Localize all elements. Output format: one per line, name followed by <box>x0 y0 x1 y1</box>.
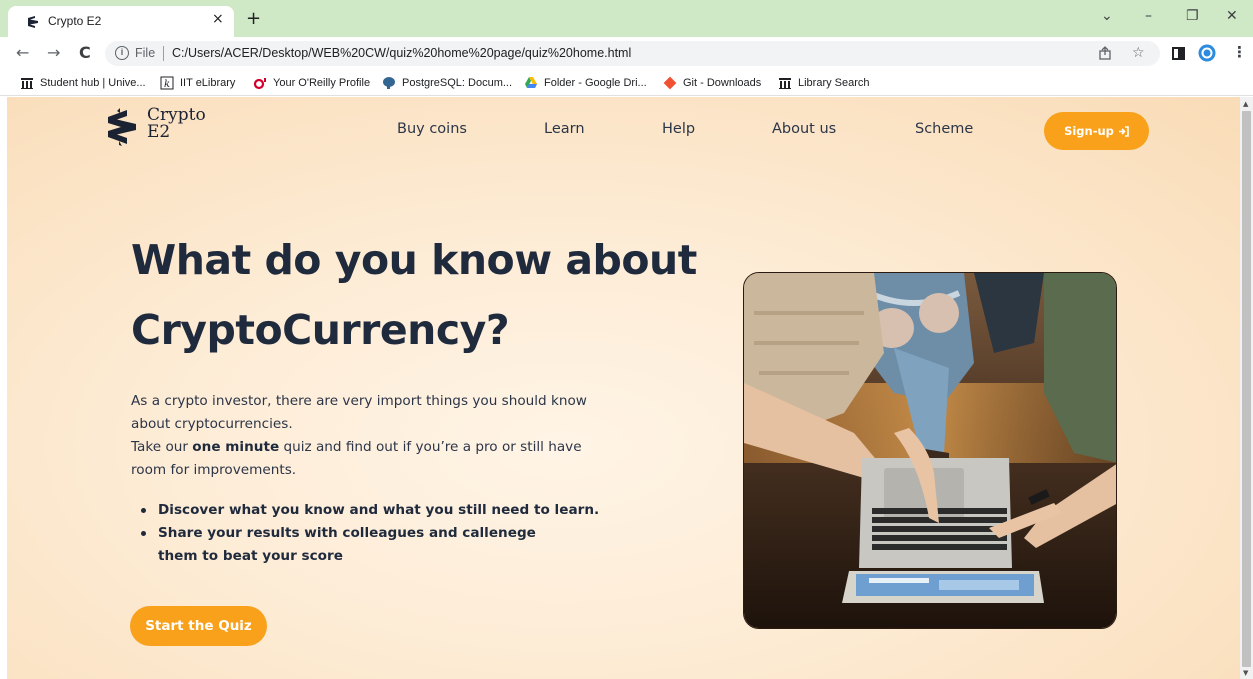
bookmark-library-search[interactable]: Library Search <box>778 75 870 91</box>
forward-icon[interactable]: → <box>47 43 60 62</box>
crypto-logo-icon <box>28 16 38 28</box>
bookmark-label: Folder - Google Dri... <box>544 77 647 89</box>
bookmark-star-icon[interactable]: ☆ <box>1132 45 1145 61</box>
start-quiz-button[interactable]: Start the Quiz <box>130 606 267 646</box>
hero-description: As a crypto investor, there are very imp… <box>131 390 601 482</box>
omnibox-divider <box>163 46 164 61</box>
git-icon <box>663 76 677 90</box>
site-logo[interactable]: Crypto E2 <box>105 107 206 147</box>
nav-learn[interactable]: Learn <box>544 121 585 137</box>
reload-icon[interactable]: C <box>79 43 91 62</box>
google-drive-icon <box>525 77 537 88</box>
bookmark-label: Your O'Reilly Profile <box>273 77 371 89</box>
side-panel-icon[interactable] <box>1172 47 1185 60</box>
svg-text:k: k <box>164 79 170 90</box>
para-text-before: Take our <box>131 439 193 455</box>
browser-toolbar: ← → C i File C:/Users/ACER/Desktop/WEB%2… <box>0 37 1253 70</box>
signup-button[interactable]: Sign-up <box>1044 112 1149 150</box>
bookmark-label: Library Search <box>798 77 870 89</box>
bookmark-label: Git - Downloads <box>683 77 762 89</box>
tab-title: Crypto E2 <box>48 14 102 28</box>
sign-in-icon <box>1118 125 1129 137</box>
browser-tab[interactable]: Crypto E2 × <box>8 6 234 37</box>
k-book-icon: k <box>160 76 174 90</box>
restore-icon[interactable]: ❐ <box>1186 8 1199 24</box>
nav-buy-coins[interactable]: Buy coins <box>397 121 467 137</box>
page-scrollbar[interactable]: ▲ ▼ <box>1240 97 1253 679</box>
hero-title-line-1: What do you know about <box>131 236 697 284</box>
bookmark-student-hub[interactable]: Student hub | Unive... <box>20 75 146 91</box>
bookmark-google-drive[interactable]: Folder - Google Dri... <box>524 75 647 91</box>
nav-help[interactable]: Help <box>662 121 695 137</box>
crypto-logo-icon <box>108 108 136 146</box>
new-tab-button[interactable]: + <box>246 8 261 29</box>
bookmarks-bar: Student hub | Unive... k IIT eLibrary Yo… <box>0 70 1253 96</box>
bookmark-oreilly[interactable]: Your O'Reilly Profile <box>253 75 370 91</box>
nav-about-us[interactable]: About us <box>772 121 836 137</box>
signup-label: Sign-up <box>1064 124 1114 138</box>
menu-kebab-icon[interactable]: ⋮ <box>1232 43 1247 61</box>
benefit-list: Discover what you know and what you stil… <box>141 499 611 568</box>
url-text[interactable]: C:/Users/ACER/Desktop/WEB%20CW/quiz%20ho… <box>172 46 631 60</box>
logo-line-2: E2 <box>147 122 171 142</box>
bookmark-iit-elibrary[interactable]: k IIT eLibrary <box>160 75 235 91</box>
building-icon <box>21 78 33 89</box>
bookmark-git[interactable]: Git - Downloads <box>663 75 761 91</box>
bookmark-label: PostgreSQL: Docum... <box>402 77 513 89</box>
hero-title-line-2: CryptoCurrency? <box>131 306 510 354</box>
close-window-icon[interactable]: ✕ <box>1226 8 1238 24</box>
bookmark-postgresql[interactable]: PostgreSQL: Docum... <box>382 75 512 91</box>
benefit-item: Discover what you know and what you stil… <box>141 499 611 522</box>
hero-paragraph-1: As a crypto investor, there are very imp… <box>131 393 587 432</box>
info-icon[interactable]: i <box>115 46 129 60</box>
address-bar[interactable]: i File C:/Users/ACER/Desktop/WEB%20CW/qu… <box>105 41 1160 66</box>
building-icon <box>779 78 791 89</box>
page-viewport: Crypto E2 Buy coins Learn Help About us … <box>7 97 1240 679</box>
nav-scheme[interactable]: Scheme <box>915 121 973 137</box>
back-icon[interactable]: ← <box>16 43 29 62</box>
benefit-item: Share your results with colleagues and c… <box>141 522 536 568</box>
minimize-icon[interactable]: – <box>1145 8 1152 24</box>
logo-text: Crypto E2 <box>147 107 206 141</box>
para-bold-one-minute: one minute <box>192 439 280 455</box>
hero-paragraph-2: Take our one minute quiz and find out if… <box>131 436 601 482</box>
elephant-icon <box>383 77 395 89</box>
bookmark-label: IIT eLibrary <box>180 77 236 89</box>
scroll-up-icon[interactable]: ▲ <box>1243 100 1248 108</box>
oreilly-icon <box>253 78 266 90</box>
profile-avatar-icon[interactable] <box>1198 44 1216 62</box>
people-laptop-illustration <box>744 273 1116 628</box>
scroll-thumb[interactable] <box>1242 111 1251 667</box>
hero-image <box>743 272 1117 629</box>
scroll-down-icon[interactable]: ▼ <box>1243 669 1248 677</box>
bookmark-label: Student hub | Unive... <box>40 77 146 89</box>
browser-tabstrip: Crypto E2 × + ⌄ – ❐ ✕ <box>0 0 1253 37</box>
hero-title: What do you know about CryptoCurrency? <box>131 225 751 365</box>
share-icon[interactable] <box>1098 46 1112 60</box>
tab-search-icon[interactable]: ⌄ <box>1101 8 1113 24</box>
tab-close-icon[interactable]: × <box>212 11 224 27</box>
omnibox-file-label: File <box>135 46 156 60</box>
